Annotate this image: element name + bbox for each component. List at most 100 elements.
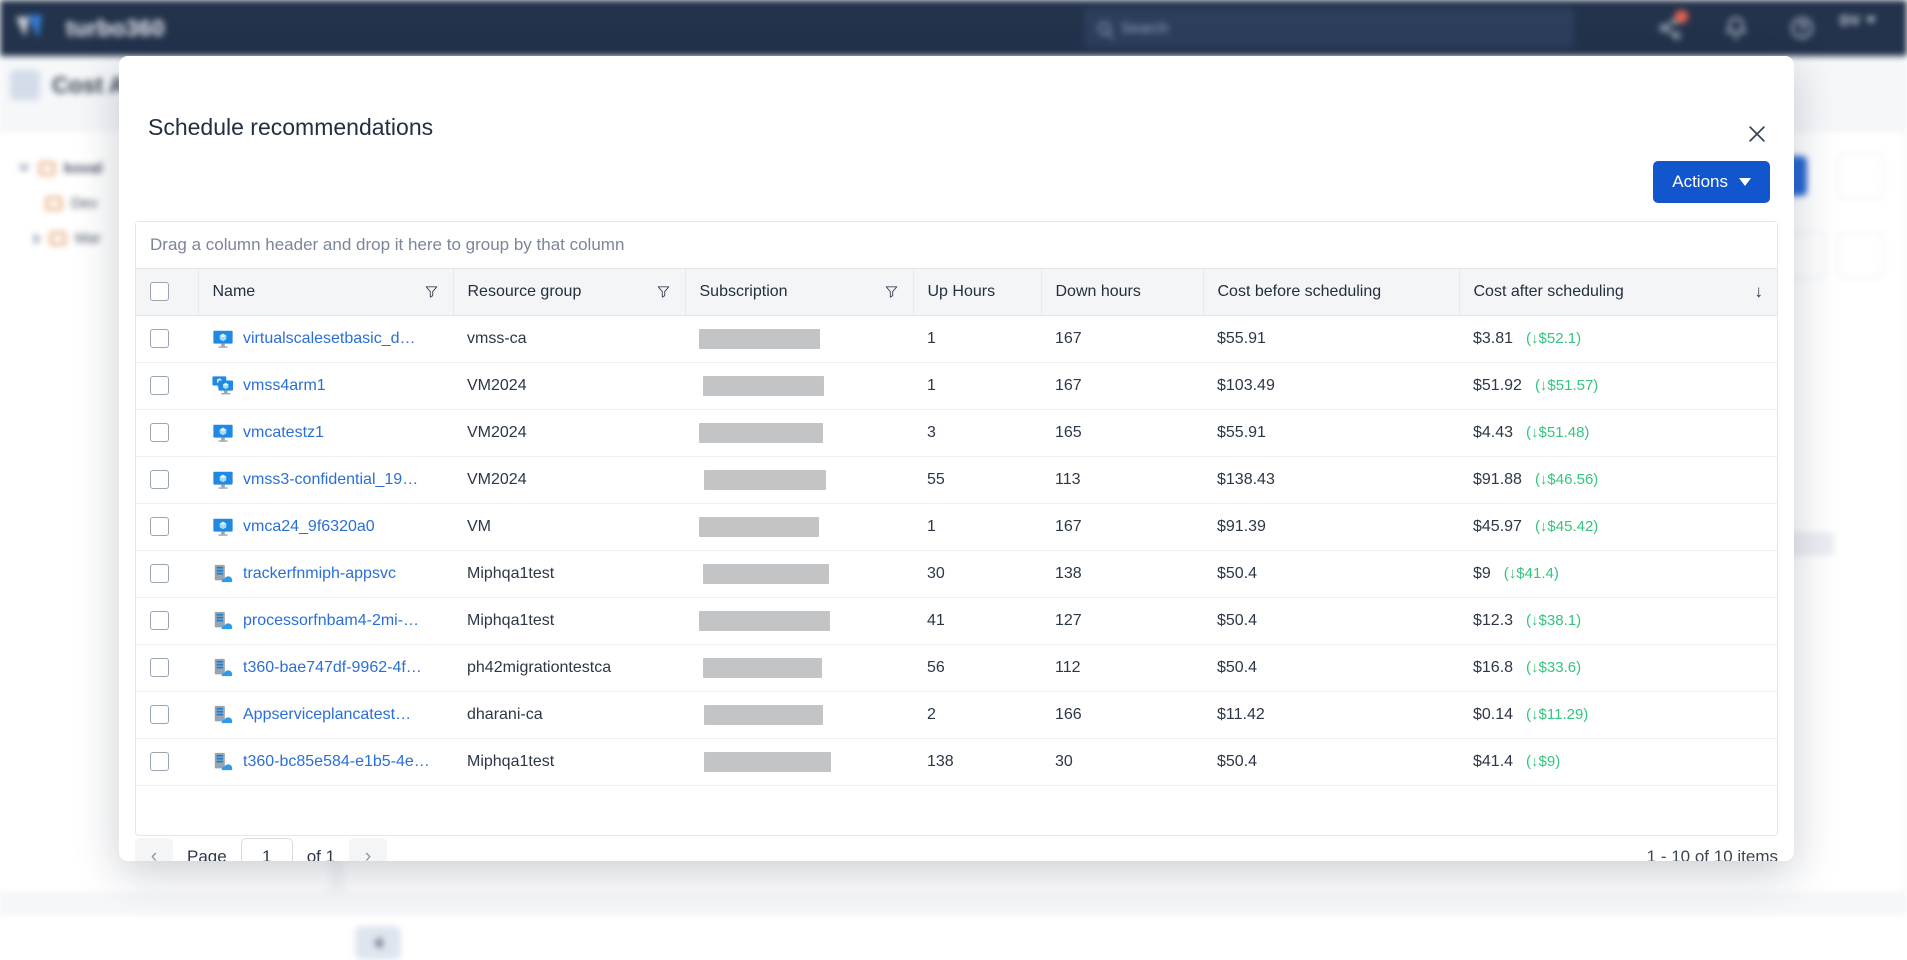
close-icon[interactable] [1742,119,1772,149]
table-row[interactable]: Appserviceplancatest…dharani-ca2166$11.4… [136,691,1777,738]
cell-down: 138 [1041,550,1203,597]
azure-vm-icon [212,469,234,491]
resource-name-link[interactable]: virtualscalesetbasic_d… [243,330,416,348]
azure-appservice-icon [212,657,234,679]
next-page-button[interactable]: › [349,838,387,861]
cell-cost-after-scheduling: $51.92(↓$51.57) [1459,362,1777,409]
row-checkbox[interactable] [150,752,169,771]
cell-cost-after-scheduling: $12.3(↓$38.1) [1459,597,1777,644]
column-header-label: Down hours [1056,283,1141,301]
previous-page-button[interactable]: ‹ [135,838,173,861]
cell-up: 55 [913,456,1041,503]
cell-resource-group: Miphqa1test [453,597,685,644]
page-number-input[interactable] [241,838,293,861]
column-header-select[interactable] [136,269,198,315]
resource-name-link[interactable]: vmcatestz1 [243,424,324,442]
cell-up: 1 [913,315,1041,362]
table-row[interactable]: vmcatestz1VM20243165$55.91$4.43(↓$51.48) [136,409,1777,456]
cell-up: 41 [913,597,1041,644]
table-row[interactable]: vmss3-confidential_19…VM202455113$138.43… [136,456,1777,503]
resource-name-link[interactable]: vmss3-confidential_19… [243,471,418,489]
row-checkbox[interactable] [150,376,169,395]
sort-descending-icon[interactable]: ↓ [1755,282,1764,302]
row-select-cell [136,362,198,409]
column-header-label: Resource group [468,283,582,301]
column-header-label: Cost after scheduling [1474,283,1624,301]
column-header-before[interactable]: Cost before scheduling [1203,269,1459,315]
row-select-cell [136,315,198,362]
filter-icon[interactable] [424,284,439,299]
cell-name: vmca24_9f6320a0 [198,503,453,550]
resource-name-link[interactable]: vmss4arm1 [243,377,326,395]
cell-before: $11.42 [1203,691,1459,738]
row-checkbox[interactable] [150,611,169,630]
cell-up: 3 [913,409,1041,456]
resource-name-link[interactable]: t360-bc85e584-e1b5-4e… [243,753,430,771]
cost-after-value: $16.8 [1473,659,1513,677]
azure-appservice-icon [212,704,234,726]
cell-cost-after-scheduling: $16.8(↓$33.6) [1459,644,1777,691]
column-header-down[interactable]: Down hours [1041,269,1203,315]
resource-name-link[interactable]: vmca24_9f6320a0 [243,518,375,536]
column-header-sub[interactable]: Subscription [685,269,913,315]
column-header-label: Name [213,283,256,301]
cell-cost-after-scheduling: $4.43(↓$51.48) [1459,409,1777,456]
cell-resource-group: vmss-ca [453,315,685,362]
cell-up: 1 [913,503,1041,550]
row-checkbox[interactable] [150,658,169,677]
cell-up: 56 [913,644,1041,691]
row-select-cell [136,456,198,503]
savings-badge: (↓$11.29) [1526,706,1588,723]
table-row[interactable]: virtualscalesetbasic_d…vmss-ca1167$55.91… [136,315,1777,362]
resource-name-link[interactable]: t360-bae747df-9962-4f… [243,659,422,677]
filter-icon[interactable] [656,284,671,299]
cell-down: 127 [1041,597,1203,644]
row-checkbox[interactable] [150,564,169,583]
recommendations-grid: Drag a column header and drop it here to… [135,221,1778,836]
table-row[interactable]: trackerfnmiph-appsvcMiphqa1test30138$50.… [136,550,1777,597]
column-header-rg[interactable]: Resource group [453,269,685,315]
row-checkbox[interactable] [150,517,169,536]
redacted-subscription [699,517,819,537]
cell-before: $50.4 [1203,597,1459,644]
actions-button[interactable]: Actions [1653,161,1770,203]
column-header-name[interactable]: Name [198,269,453,315]
table-row[interactable]: t360-bae747df-9962-4f…ph42migrationtestc… [136,644,1777,691]
cell-cost-after-scheduling: $3.81(↓$52.1) [1459,315,1777,362]
savings-badge: (↓$46.56) [1535,471,1598,488]
row-checkbox[interactable] [150,329,169,348]
column-header-after[interactable]: Cost after scheduling ↓ [1459,269,1777,315]
table-row[interactable]: vmca24_9f6320a0VM1167$91.39$45.97(↓$45.4… [136,503,1777,550]
azure-vm-icon [212,328,234,350]
cell-down: 112 [1041,644,1203,691]
cell-before: $103.49 [1203,362,1459,409]
cell-before: $91.39 [1203,503,1459,550]
table-header-row: Name Resource group SubscriptionUp Hours Do… [136,269,1777,315]
group-by-dropzone[interactable]: Drag a column header and drop it here to… [136,222,1777,269]
savings-badge: (↓$51.48) [1526,424,1589,441]
cell-cost-after-scheduling: $91.88(↓$46.56) [1459,456,1777,503]
resource-name-link[interactable]: Appserviceplancatest… [243,706,411,724]
cell-subscription [685,691,913,738]
row-select-cell [136,409,198,456]
resource-name-link[interactable]: processorfnbam4-2mi-… [243,612,419,630]
cell-name: vmss3-confidential_19… [198,456,453,503]
row-checkbox[interactable] [150,423,169,442]
cell-up: 30 [913,550,1041,597]
table-row[interactable]: processorfnbam4-2mi-… Miphqa1test 41127$50… [136,597,1777,644]
dialog-title: Schedule recommendations [148,114,433,141]
table-row[interactable]: t360-bc85e584-e1b5-4e…Miphqa1test13830$5… [136,738,1777,785]
cell-before: $138.43 [1203,456,1459,503]
sidebar-collapse-toggle[interactable] [355,926,401,960]
savings-badge: (↓$45.42) [1535,518,1598,535]
row-checkbox[interactable] [150,470,169,489]
column-header-up[interactable]: Up Hours [913,269,1041,315]
recommendations-table: Name Resource group SubscriptionUp Hours Do… [136,269,1777,786]
table-row[interactable]: vmss4arm1VM20241167$103.49$51.92(↓$51.57… [136,362,1777,409]
cell-name: vmcatestz1 [198,409,453,456]
resource-name-link[interactable]: trackerfnmiph-appsvc [243,565,396,583]
select-all-checkbox[interactable] [150,282,169,301]
filter-icon[interactable] [884,284,899,299]
table-header: Name Resource group SubscriptionUp Hours Do… [136,269,1777,315]
row-checkbox[interactable] [150,705,169,724]
